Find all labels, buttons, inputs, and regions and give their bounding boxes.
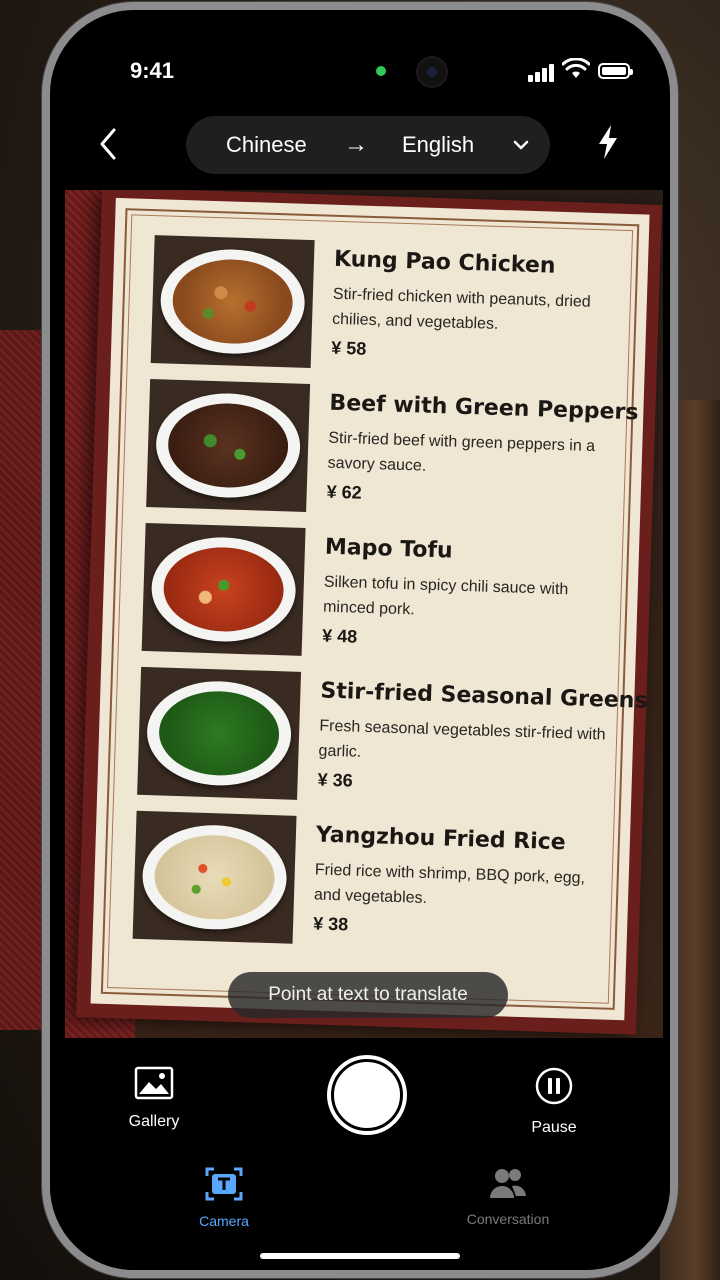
- menu-page: Kung Pao Chicken Stir-fried chicken with…: [90, 197, 650, 1021]
- dish-image: [141, 522, 306, 656]
- dish-name: Stir-fried Seasonal Greens: [320, 678, 648, 714]
- battery-icon: [598, 63, 633, 79]
- dish-price: ¥ 38: [312, 913, 349, 935]
- bottom-controls: Gallery Pause Camera Conversation: [50, 1038, 670, 1270]
- dish-description: Stir-fried chicken with peanuts, dried c…: [331, 285, 591, 333]
- dish-name: Beef with Green Peppers: [329, 390, 639, 426]
- screen: 9:41 Chinese → English Kung Pao Chicken …: [50, 10, 670, 1270]
- dish-description: Fried rice with shrimp, BBQ pork, egg, a…: [313, 861, 586, 907]
- gallery-button[interactable]: Gallery: [112, 1066, 196, 1131]
- target-language[interactable]: English: [402, 116, 474, 174]
- dish-image: [137, 666, 302, 800]
- source-language[interactable]: Chinese: [226, 116, 307, 174]
- dish-description: Stir-fried beef with green peppers in a …: [327, 429, 596, 475]
- dish-name: Yangzhou Fried Rice: [315, 822, 567, 856]
- back-chevron-icon: [100, 128, 116, 160]
- flash-icon: [599, 125, 617, 159]
- menu-item: Yangzhou Fried Rice Fried rice with shri…: [132, 810, 606, 964]
- tab-camera-label[interactable]: Camera: [176, 1213, 272, 1229]
- language-selector[interactable]: Chinese → English: [186, 116, 550, 174]
- wifi-icon: [562, 58, 590, 78]
- pause-label[interactable]: Pause: [512, 1119, 596, 1137]
- tab-conversation[interactable]: Conversation: [446, 1166, 570, 1227]
- camera-translate-icon: [205, 1167, 243, 1201]
- dish-price: ¥ 62: [326, 481, 363, 503]
- front-camera: [418, 58, 446, 86]
- flash-button[interactable]: [596, 124, 626, 164]
- dish-price: ¥ 48: [321, 625, 358, 647]
- tab-conversation-label[interactable]: Conversation: [446, 1211, 570, 1227]
- dish-image: [132, 810, 297, 944]
- dish-name: Kung Pao Chicken: [333, 246, 556, 279]
- menu-frame: Kung Pao Chicken Stir-fried chicken with…: [76, 190, 662, 1035]
- camera-viewfinder[interactable]: Kung Pao Chicken Stir-fried chicken with…: [65, 190, 663, 1038]
- tab-camera[interactable]: Camera: [176, 1166, 272, 1229]
- shutter-button[interactable]: [327, 1055, 407, 1135]
- gallery-icon: [134, 1066, 174, 1100]
- menu-item: Mapo Tofu Silken tofu in spicy chili sau…: [141, 522, 615, 676]
- menu-item: Beef with Green Peppers Stir-fried beef …: [146, 379, 639, 532]
- menu-item: Stir-fried Seasonal Greens Fresh seasona…: [137, 666, 648, 820]
- home-indicator[interactable]: [260, 1253, 460, 1259]
- cellular-signal-icon: [528, 62, 558, 82]
- conversation-icon: [490, 1169, 526, 1198]
- dish-image: [150, 235, 315, 369]
- dish-description: Silken tofu in spicy chili sauce with mi…: [322, 573, 569, 619]
- dish-name: Mapo Tofu: [324, 534, 454, 564]
- pause-button[interactable]: Pause: [512, 1066, 596, 1137]
- recording-indicator: [376, 66, 386, 76]
- dish-image: [146, 379, 311, 512]
- gallery-label[interactable]: Gallery: [112, 1113, 196, 1131]
- back-button[interactable]: [90, 122, 126, 166]
- chevron-down-icon[interactable]: [512, 136, 530, 154]
- dish-description: Fresh seasonal vegetables stir-fried wit…: [318, 717, 606, 761]
- pause-icon: [535, 1067, 573, 1105]
- phone-frame: 9:41 Chinese → English Kung Pao Chicken …: [42, 2, 678, 1278]
- translate-hint: Point at text to translate: [228, 972, 508, 1018]
- arrow-right-icon[interactable]: →: [344, 116, 368, 174]
- menu-item: Kung Pao Chicken Stir-fried chicken with…: [150, 235, 624, 388]
- dish-price: ¥ 36: [317, 769, 354, 791]
- dish-price: ¥ 58: [330, 337, 367, 359]
- status-time: 9:41: [130, 58, 175, 83]
